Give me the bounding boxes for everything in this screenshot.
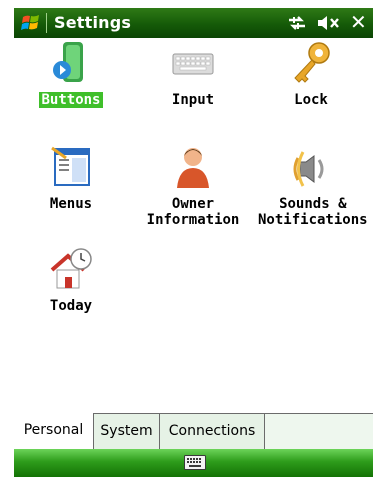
tile-today-label: Today <box>49 298 93 314</box>
windows-flag-icon[interactable] <box>21 13 41 33</box>
close-button[interactable]: ✕ <box>350 12 368 34</box>
keyboard-icon[interactable] <box>184 455 206 470</box>
tile-lock[interactable]: Lock <box>256 40 366 108</box>
menus-icon <box>51 146 90 186</box>
key-icon <box>294 42 330 83</box>
connectivity-icon[interactable] <box>286 12 308 34</box>
window-title: Settings <box>54 13 132 32</box>
tile-lock-label: Lock <box>294 92 328 108</box>
tab-personal[interactable]: Personal <box>14 413 94 449</box>
settings-content: Buttons Input Lock Menus Owner Informati… <box>14 38 373 413</box>
volume-icon[interactable] <box>316 12 342 34</box>
tile-owner-information-label: Owner Information <box>146 196 240 228</box>
tile-buttons-label: Buttons <box>39 92 103 108</box>
tile-owner-information[interactable]: Owner Information <box>138 144 248 228</box>
tile-menus[interactable]: Menus <box>16 144 126 212</box>
buttons-icon <box>53 42 83 82</box>
tile-menus-label: Menus <box>49 196 93 212</box>
tile-buttons[interactable]: Buttons <box>16 40 126 108</box>
title-separator <box>46 13 47 33</box>
tab-strip: Personal System Connections <box>14 413 373 449</box>
soft-key-bar <box>14 449 373 477</box>
tile-today[interactable]: Today <box>16 246 126 314</box>
today-icon <box>50 248 92 289</box>
tile-sounds-notifications[interactable]: Sounds & Notifications <box>256 144 368 228</box>
title-bar: Settings ✕ <box>14 8 373 38</box>
tab-system[interactable]: System <box>94 414 160 449</box>
owner-icon <box>177 148 209 188</box>
tile-input-label: Input <box>171 92 215 108</box>
tile-sounds-notifications-label: Sounds & Notifications <box>258 196 368 228</box>
tile-input[interactable]: Input <box>138 40 248 108</box>
tab-connections[interactable]: Connections <box>160 414 265 449</box>
keyboard-icon <box>172 53 214 75</box>
speaker-icon <box>293 151 324 187</box>
